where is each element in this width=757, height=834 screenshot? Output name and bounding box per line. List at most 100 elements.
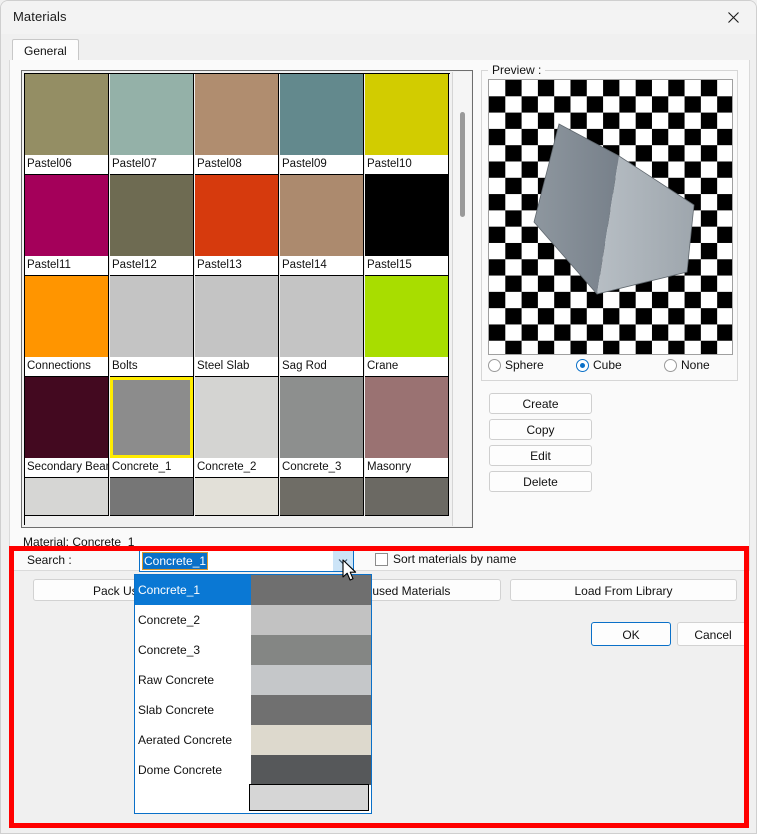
material-label: Pastel06 bbox=[25, 155, 108, 174]
material-label: Pastel08 bbox=[195, 155, 278, 174]
dropdown-item[interactable]: Raw Concrete bbox=[135, 665, 371, 695]
materials-grid-viewport: Pastel06Pastel07Pastel08Pastel09Pastel10… bbox=[24, 73, 450, 525]
create-button[interactable]: Create bbox=[489, 393, 592, 414]
material-cell[interactable]: Steel Slab bbox=[195, 276, 279, 377]
material-swatch bbox=[110, 175, 193, 256]
radio-cube-dot bbox=[576, 359, 589, 372]
material-swatch bbox=[25, 175, 108, 256]
material-swatch bbox=[110, 276, 193, 357]
material-swatch bbox=[280, 276, 363, 357]
materials-dialog: Materials General Pastel06Pastel07Pastel… bbox=[0, 0, 757, 834]
search-input[interactable]: Concrete_1 bbox=[139, 550, 354, 572]
dropdown-item-label: Concrete_1 bbox=[138, 575, 200, 605]
material-cell[interactable]: Pastel14 bbox=[280, 175, 364, 276]
material-cell[interactable]: Concrete_3 bbox=[280, 377, 364, 478]
close-button[interactable] bbox=[710, 1, 756, 33]
material-label: Secondary Beam bbox=[25, 458, 108, 477]
material-cell[interactable]: Pastel13 bbox=[195, 175, 279, 276]
material-cell[interactable] bbox=[195, 478, 279, 516]
material-action-buttons: Create Copy Edit Delete bbox=[489, 393, 601, 497]
material-cell[interactable]: Pastel12 bbox=[110, 175, 194, 276]
copy-button[interactable]: Copy bbox=[489, 419, 592, 440]
edit-button[interactable]: Edit bbox=[489, 445, 592, 466]
material-cell[interactable]: Bolts bbox=[110, 276, 194, 377]
radio-cube-label: Cube bbox=[593, 358, 622, 372]
material-label: Pastel15 bbox=[365, 256, 448, 275]
search-label: Search : bbox=[27, 553, 72, 567]
radio-none[interactable]: None bbox=[664, 358, 710, 372]
preview-canvas[interactable] bbox=[488, 79, 733, 355]
delete-button[interactable]: Delete bbox=[489, 471, 592, 492]
dropdown-item[interactable]: Concrete_3 bbox=[135, 635, 371, 665]
materials-grid-row-partial bbox=[25, 478, 450, 516]
material-swatch bbox=[365, 74, 448, 155]
material-cell[interactable]: Pastel15 bbox=[365, 175, 449, 276]
material-swatch bbox=[195, 74, 278, 155]
load-from-library-button[interactable]: Load From Library bbox=[510, 579, 737, 601]
material-cell[interactable]: Secondary Beam bbox=[25, 377, 109, 478]
material-cell[interactable]: Sag Rod bbox=[280, 276, 364, 377]
preview-shape-radios: Sphere Cube None bbox=[488, 358, 736, 376]
dialog-buttons: OK Cancel bbox=[1, 622, 757, 648]
material-label: Sag Rod bbox=[280, 357, 363, 376]
dropdown-item-label: Concrete_3 bbox=[138, 635, 200, 665]
material-cell[interactable]: Connections bbox=[25, 276, 109, 377]
material-cell[interactable] bbox=[110, 478, 194, 516]
material-cell[interactable] bbox=[25, 478, 109, 516]
material-swatch bbox=[195, 478, 278, 515]
material-label: Pastel09 bbox=[280, 155, 363, 174]
material-cell[interactable]: Pastel09 bbox=[280, 74, 364, 175]
materials-grid[interactable]: Pastel06Pastel07Pastel08Pastel09Pastel10… bbox=[21, 70, 473, 528]
material-cell[interactable]: Pastel06 bbox=[25, 74, 109, 175]
material-cell[interactable]: Pastel10 bbox=[365, 74, 449, 175]
materials-grid-row: Secondary BeamConcrete_1Concrete_2Concre… bbox=[25, 377, 450, 478]
material-swatch bbox=[280, 377, 363, 458]
mouse-cursor-icon bbox=[342, 559, 359, 586]
material-cell[interactable]: Pastel11 bbox=[25, 175, 109, 276]
radio-cube[interactable]: Cube bbox=[576, 358, 622, 372]
material-cell[interactable]: Masonry bbox=[365, 377, 449, 478]
dropdown-item[interactable]: Concrete_1 bbox=[135, 575, 371, 605]
cancel-button[interactable]: Cancel bbox=[677, 622, 749, 646]
material-label: Pastel10 bbox=[365, 155, 448, 174]
materials-grid-row: Pastel11Pastel12Pastel13Pastel14Pastel15 bbox=[25, 175, 450, 276]
material-cell[interactable] bbox=[280, 478, 364, 516]
dropdown-item-swatch bbox=[251, 695, 371, 725]
search-dropdown-list[interactable]: Concrete_1Concrete_2Concrete_3Raw Concre… bbox=[134, 574, 372, 814]
material-cell[interactable]: Pastel08 bbox=[195, 74, 279, 175]
dropdown-footer-swatch bbox=[249, 784, 369, 811]
material-swatch bbox=[110, 377, 193, 458]
material-swatch bbox=[195, 377, 278, 458]
dropdown-item[interactable]: Aerated Concrete bbox=[135, 725, 371, 755]
sort-materials-checkbox[interactable]: Sort materials by name bbox=[375, 552, 516, 566]
materials-grid-row: ConnectionsBoltsSteel SlabSag RodCrane bbox=[25, 276, 450, 377]
radio-sphere-dot bbox=[488, 359, 501, 372]
material-swatch bbox=[280, 74, 363, 155]
materials-grid-row: Pastel06Pastel07Pastel08Pastel09Pastel10 bbox=[25, 74, 450, 175]
dropdown-item[interactable]: Concrete_2 bbox=[135, 605, 371, 635]
materials-grid-scrollbar[interactable] bbox=[452, 72, 471, 526]
material-label: Pastel11 bbox=[25, 256, 108, 275]
material-cell[interactable]: Concrete_1 bbox=[110, 377, 194, 478]
tab-general[interactable]: General bbox=[12, 39, 79, 62]
material-label: Concrete_3 bbox=[280, 458, 363, 477]
dropdown-item[interactable]: Slab Concrete bbox=[135, 695, 371, 725]
ok-button[interactable]: OK bbox=[591, 622, 671, 646]
tab-general-label: General bbox=[24, 44, 67, 58]
material-cell[interactable]: Crane bbox=[365, 276, 449, 377]
library-buttons: Pack Used Materials Purge Unused Materia… bbox=[9, 579, 750, 601]
dropdown-item-swatch bbox=[251, 605, 371, 635]
radio-sphere[interactable]: Sphere bbox=[488, 358, 544, 372]
material-cell[interactable]: Concrete_2 bbox=[195, 377, 279, 478]
material-cell[interactable]: Pastel07 bbox=[110, 74, 194, 175]
search-input-value: Concrete_1 bbox=[143, 553, 207, 569]
material-swatch bbox=[25, 74, 108, 155]
dropdown-item-swatch bbox=[251, 665, 371, 695]
dropdown-item-label: Dome Concrete bbox=[138, 755, 222, 785]
material-label: Pastel13 bbox=[195, 256, 278, 275]
general-panel: Pastel06Pastel07Pastel08Pastel09Pastel10… bbox=[9, 60, 750, 571]
material-cell[interactable] bbox=[365, 478, 449, 516]
material-swatch bbox=[280, 175, 363, 256]
dropdown-item[interactable]: Dome Concrete bbox=[135, 755, 371, 785]
scrollbar-thumb[interactable] bbox=[460, 112, 465, 217]
